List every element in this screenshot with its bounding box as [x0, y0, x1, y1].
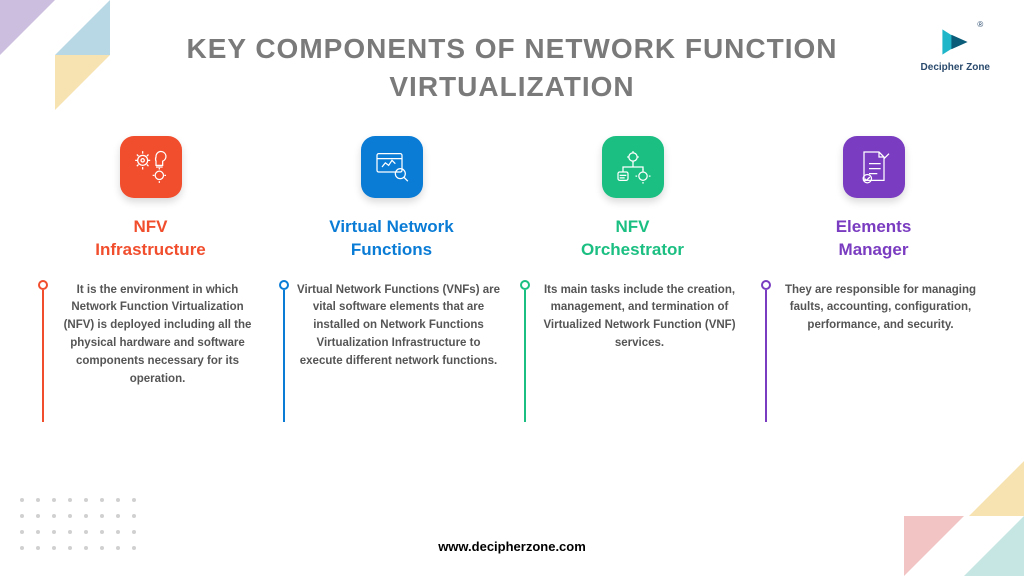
- bullet-dot: [279, 280, 289, 290]
- card-elements-manager: ElementsManager They are responsible for…: [764, 136, 984, 389]
- vertical-line: [42, 290, 44, 422]
- corner-decoration-bottom-right: [894, 466, 1024, 576]
- vertical-line: [283, 290, 285, 422]
- card-title: Virtual NetworkFunctions: [282, 216, 502, 262]
- bullet-dot: [520, 280, 530, 290]
- card-description: They are responsible for managing faults…: [778, 282, 984, 335]
- cards-row: NFVInfrastructure It is the environment …: [0, 106, 1024, 389]
- dashboard-search-icon: [361, 136, 423, 198]
- bullet-dot: [761, 280, 771, 290]
- document-check-icon: [843, 136, 905, 198]
- bullet-dot: [38, 280, 48, 290]
- vertical-line: [765, 290, 767, 422]
- vertical-line: [524, 290, 526, 422]
- process-icon: [602, 136, 664, 198]
- footer-url: www.decipherzone.com: [0, 539, 1024, 554]
- card-nfv-infrastructure: NFVInfrastructure It is the environment …: [41, 136, 261, 389]
- gears-bulb-icon: [120, 136, 182, 198]
- registered-mark: ®: [977, 20, 983, 29]
- card-title: ElementsManager: [764, 216, 984, 262]
- logo-mark-icon: ®: [937, 24, 973, 60]
- corner-decoration-top-left: [0, 0, 110, 110]
- card-virtual-network-functions: Virtual NetworkFunctions Virtual Network…: [282, 136, 502, 389]
- card-description: Virtual Network Functions (VNFs) are vit…: [296, 282, 502, 371]
- card-description: Its main tasks include the creation, man…: [537, 282, 743, 353]
- card-title: NFVOrchestrator: [523, 216, 743, 262]
- card-title: NFVInfrastructure: [41, 216, 261, 262]
- page-title: KEY COMPONENTS OF NETWORK FUNCTIONVIRTUA…: [0, 0, 1024, 106]
- brand-name: Decipher Zone: [921, 62, 990, 73]
- card-description: It is the environment in which Network F…: [55, 282, 261, 389]
- card-nfv-orchestrator: NFVOrchestrator Its main tasks include t…: [523, 136, 743, 389]
- brand-logo: ® Decipher Zone: [921, 24, 990, 73]
